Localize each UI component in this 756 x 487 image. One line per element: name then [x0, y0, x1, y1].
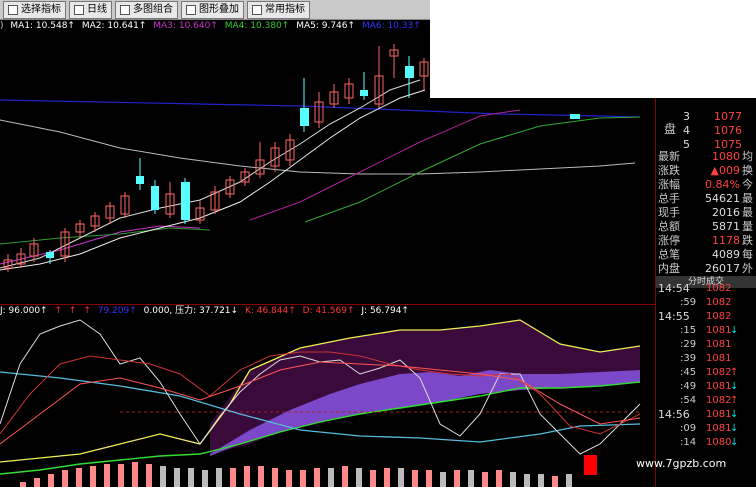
tick-row: :15 1081 ↓ [680, 325, 739, 336]
quote-row-volume: 总手 54621 最 [658, 192, 753, 205]
quote-row-pct: 涨幅 0.84% 今 [658, 178, 753, 191]
volume-bars [20, 462, 572, 487]
quote-row-limit-up: 涨停 1178 跌 [658, 234, 753, 247]
ma3-label: MA3: 10.640↑ [153, 21, 218, 31]
indicator-chart[interactable] [0, 304, 655, 487]
tick-row: 14:56 1081 ↓ [658, 408, 739, 421]
watermark-text: www.7gpzb.com [636, 457, 727, 470]
tick-row: :45 1082 ↑ [680, 367, 739, 378]
quote-row-amount: 总额 5871 量 [658, 220, 753, 233]
calendar-icon [74, 4, 84, 15]
latest-candle [570, 114, 580, 119]
daily-line-button[interactable]: 日线 [69, 0, 112, 19]
tick-row: :49 1081 ↓ [680, 381, 739, 392]
ma-line-blue [0, 99, 641, 118]
tick-row: :54 1082 ↑ [680, 395, 739, 406]
tick-row: :59 1082 [680, 297, 732, 308]
quote-row-inner: 内盘 26017 外 [658, 262, 753, 275]
select-indicator-button[interactable]: 选择指标 [3, 0, 66, 19]
alert-bar [584, 455, 597, 475]
overlay-icon [186, 4, 196, 15]
tick-row: :39 1081 [680, 353, 732, 364]
ma-legend-prefix: ) [0, 21, 4, 31]
stock-terminal-window: 选择指标 日线 多图组合 图形叠加 常用指标 ) MA1: 10.548↑ MA… [0, 0, 756, 487]
tick-row: :29 1081 [680, 339, 732, 350]
ma-legend: ) MA1: 10.548↑ MA2: 10.641↑ MA3: 10.640↑… [0, 20, 425, 32]
ma-line-green [304, 116, 641, 223]
indicator-icon [8, 4, 18, 15]
tick-row: :09 1081 ↓ [680, 423, 739, 434]
multi-chart-button[interactable]: 多图组合 [115, 0, 178, 19]
ma-line-white-2 [0, 89, 426, 271]
quote-row-trades: 总笔 4089 每 [658, 248, 753, 261]
tick-row: 14:54 1082 [658, 282, 732, 295]
ma2-label: MA2: 10.641↑ [81, 21, 147, 31]
overlay-button[interactable]: 图形叠加 [181, 0, 244, 19]
quote-row-current: 现手 2016 最 [658, 206, 753, 219]
tick-row: 14:55 1082 [658, 310, 732, 323]
quote-row-latest: 最新 1080 均 [658, 150, 753, 163]
ma6-label: MA6: 10.33↑ [361, 21, 421, 31]
list-icon [252, 4, 262, 15]
chart-toolbar: 选择指标 日线 多图组合 图形叠加 常用指标 [0, 0, 430, 20]
ma4-label: MA4: 10.380↑ [224, 21, 290, 31]
order-row[interactable]: 3 1077 [656, 110, 756, 124]
common-indicator-button[interactable]: 常用指标 [247, 0, 310, 19]
order-row[interactable]: 4 1076 [656, 124, 756, 138]
ma1-label: MA1: 10.548↑ [10, 21, 75, 31]
candles [3, 44, 580, 272]
ma5-label: MA5: 9.746↑ [296, 21, 356, 31]
grid-icon [120, 4, 130, 15]
candlestick-chart[interactable] [0, 32, 655, 304]
quote-panel: 盘 3 1077 4 1076 5 1075 最新 1080 均 涨跌 ▲009… [656, 98, 756, 487]
quote-row-change: 涨跌 ▲009 换 [658, 164, 753, 177]
tick-row: :14 1080 ↓ [680, 437, 739, 448]
